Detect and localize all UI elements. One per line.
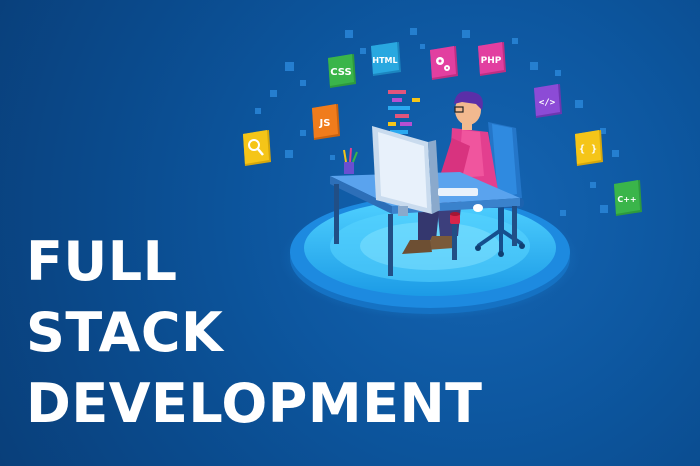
mouse xyxy=(473,204,483,212)
tech-card-gears xyxy=(430,46,458,80)
tech-card-php: PHP xyxy=(478,42,506,76)
tech-card-js: JS xyxy=(312,104,340,140)
html-icon: HTML xyxy=(372,56,397,65)
headline: FULL STACK DEVELOPMENT xyxy=(26,226,483,439)
headline-line-3: DEVELOPMENT xyxy=(26,372,483,435)
css-icon: CSS xyxy=(330,67,351,78)
code-tag-icon: </> xyxy=(539,98,556,108)
cplusplus-icon: C++ xyxy=(617,195,636,204)
php-icon: PHP xyxy=(481,56,502,66)
curly-braces-icon: { } xyxy=(579,144,597,155)
javascript-icon: JS xyxy=(319,118,331,129)
tech-card-braces: { } xyxy=(575,130,603,166)
code-bars xyxy=(388,90,420,134)
headline-line-1: FULL xyxy=(26,230,178,293)
headline-line-2: STACK xyxy=(26,301,224,364)
keyboard xyxy=(438,188,478,196)
full-stack-banner: CSS HTML PHP </> JS {} C++ FULL STACK D… xyxy=(0,0,700,466)
tech-card-code: </> xyxy=(534,84,562,118)
coffee-cup xyxy=(450,212,460,224)
tech-card-html: HTML xyxy=(371,42,401,76)
tech-card-search xyxy=(243,130,271,166)
tech-card-css: CSS xyxy=(328,54,356,88)
tech-card-cpp: C++ xyxy=(614,180,642,216)
pencil-cup xyxy=(343,147,358,174)
